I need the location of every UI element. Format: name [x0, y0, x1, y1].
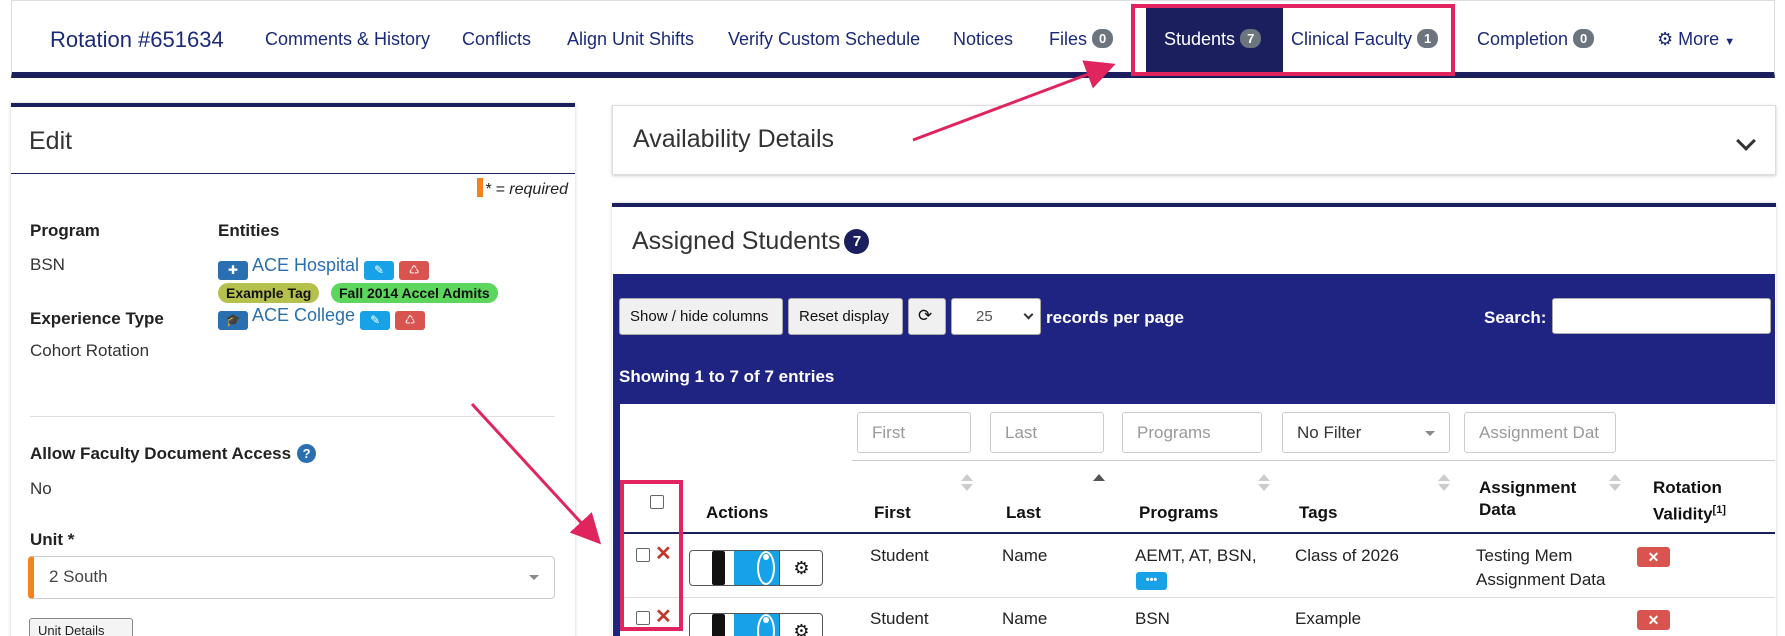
arrow-to-checkboxes [470, 402, 602, 545]
arrow-to-tabs [912, 60, 1116, 142]
annotation-arrows [470, 60, 1116, 545]
